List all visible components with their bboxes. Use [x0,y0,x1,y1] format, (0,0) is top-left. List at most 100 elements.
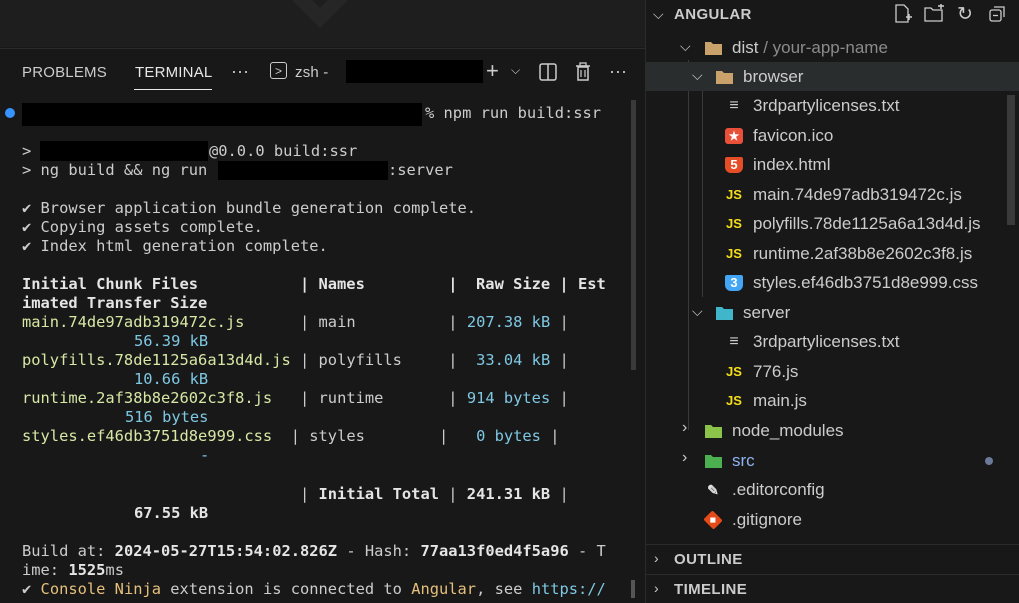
chevron-right-icon: › [682,419,688,436]
terminal-pane: PROBLEMS TERMINAL ··· > zsh - + ⌵ ··· % … [0,0,645,603]
text-file-icon: ≡ [729,97,739,114]
modified-dot-icon [985,457,993,465]
js-icon: JS [726,216,742,231]
git-icon: ◆ [703,510,723,530]
explorer-sidebar: ⌵ ANGULAR ↻ ⌵ dist / your-app-name ⌵ bro… [646,0,1019,603]
explorer-header[interactable]: ⌵ ANGULAR ↻ [646,0,1019,28]
editor-area[interactable] [0,0,645,47]
redacted-terminal-name [346,60,483,83]
terminal-icon: > [270,62,287,79]
tree-folder-src[interactable]: › src [646,446,1019,475]
terminal-shell-label[interactable]: zsh - [295,64,329,81]
build-time-line: ime: 1525ms [22,561,124,579]
tree-folder-browser[interactable]: ⌵ browser [646,62,1019,91]
table-header-wrap: imated Transfer Size [22,294,208,312]
console-ninja-line: ✔ Console Ninja extension is connected t… [22,580,606,598]
new-folder-icon[interactable] [924,4,946,24]
ng-server-suffix: :server [388,161,453,179]
tree-folder-server[interactable]: ⌵ server [646,298,1019,327]
chevron-right-icon: › [654,550,659,566]
terminal-output[interactable]: % npm run build:ssr > @0.0.0 build:ssr >… [0,95,630,603]
gt-symbol: > [22,142,32,160]
panel-more-icon[interactable]: ··· [231,61,249,82]
js-icon: JS [726,364,742,379]
more-icon[interactable]: ··· [609,61,627,82]
prompt-command: % npm run build:ssr [425,104,602,122]
build-line: Build at: 2024-05-27T15:54:02.826Z - Has… [22,542,606,560]
js-icon: JS [726,393,742,408]
tree-file[interactable]: ≡ 3rdpartylicenses.txt [646,91,1019,120]
tree-file[interactable]: JS main.74de97adb319472c.js [646,180,1019,209]
redacted-prompt [22,103,422,126]
timeline-title: TIMELINE [674,581,748,598]
chevron-right-icon: › [682,449,688,466]
node-folder-icon [705,425,722,438]
js-icon: JS [726,187,742,202]
tree-file[interactable]: JS polyfills.78de1125a6a13d4d.js [646,209,1019,238]
tree-file[interactable]: ✎ .editorconfig [646,475,1019,504]
tree-file[interactable]: 3 styles.ef46db3751d8e999.css [646,268,1019,297]
collapse-all-icon[interactable] [989,5,1007,23]
tab-problems[interactable]: PROBLEMS [22,64,107,81]
check-line: ✔ Copying assets complete. [22,218,263,236]
workspace-title[interactable]: ANGULAR [674,6,752,23]
table-row: runtime.2af38b8e2602c3f8.js | runtime | … [22,389,569,407]
explorer-scrollbar[interactable] [1007,95,1015,225]
chevron-right-icon: › [654,580,659,596]
new-file-icon[interactable] [893,4,913,24]
tree-file[interactable]: ◆ .gitignore [646,505,1019,534]
terminal-scrollbar[interactable] [631,100,636,370]
redacted-project-name [218,161,388,180]
trash-icon[interactable] [574,62,592,81]
chevron-down-icon[interactable]: ⌵ [653,6,664,23]
css-icon: 3 [725,275,743,291]
editorconfig-icon: ✎ [707,482,719,498]
table-row-transfer: 516 bytes [125,408,209,426]
timeline-section[interactable]: › TIMELINE [646,574,1019,603]
add-icon[interactable]: + [486,58,499,84]
table-total-transfer: 67.55 kB [134,504,209,522]
table-row: main.74de97adb319472c.js | main | 207.38… [22,313,569,331]
chevron-down-icon[interactable]: ⌵ [511,63,520,78]
outline-section[interactable]: › OUTLINE [646,544,1019,574]
tree-folder-dist[interactable]: ⌵ dist / your-app-name [646,33,1019,62]
html-icon: 5 [725,157,743,173]
table-row: styles.ef46db3751d8e999.css | styles | 0… [22,427,560,445]
folder-name: dist [732,38,759,57]
terminal-scrollbar-thumb[interactable] [631,580,635,598]
table-row-transfer: - [200,446,210,464]
favicon-icon: ★ [725,128,743,144]
tab-terminal[interactable]: TERMINAL [135,64,212,81]
server-folder-icon [716,307,733,320]
folder-name: your-app-name [772,38,888,57]
folder-open-icon [705,42,722,55]
chevron-down-icon: ⌵ [692,67,703,83]
text-file-icon: ≡ [729,333,739,350]
folder-name: server [743,303,791,322]
folder-name: browser [743,67,804,86]
chevron-down-icon: ⌵ [692,303,703,319]
table-row: polyfills.78de1125a6a13d4d.js | polyfill… [22,351,569,369]
tree-file[interactable]: JS runtime.2af38b8e2602c3f8.js [646,239,1019,268]
tree-folder-node-modules[interactable]: › node_modules [646,416,1019,445]
tree-file[interactable]: ★ favicon.ico [646,121,1019,150]
tree-file[interactable]: JS main.js [646,386,1019,415]
refresh-icon[interactable]: ↻ [957,3,973,26]
tree-file[interactable]: JS 776.js [646,357,1019,386]
tree-file[interactable]: 5 index.html [646,150,1019,179]
check-line: ✔ Browser application bundle generation … [22,199,477,217]
vscode-watermark-icon [292,0,348,28]
folder-name: node_modules [732,421,844,440]
check-line: ✔ Index html generation complete. [22,237,328,255]
js-icon: JS [726,246,742,261]
active-tab-indicator [134,89,212,90]
ng-build-line: > ng build && ng run [22,161,208,179]
outline-title: OUTLINE [674,551,743,568]
pkg-script-line: @0.0.0 build:ssr [209,142,358,160]
ninja-link[interactable]: https:// [532,580,606,598]
tree-file[interactable]: ≡ 3rdpartylicenses.txt [646,327,1019,356]
table-total-row: | Initial Total | 241.31 kB | [22,485,569,503]
chevron-down-icon: ⌵ [680,38,691,54]
split-icon[interactable] [539,63,557,81]
table-header: Initial Chunk Files | Names | Raw Size |… [22,275,606,293]
